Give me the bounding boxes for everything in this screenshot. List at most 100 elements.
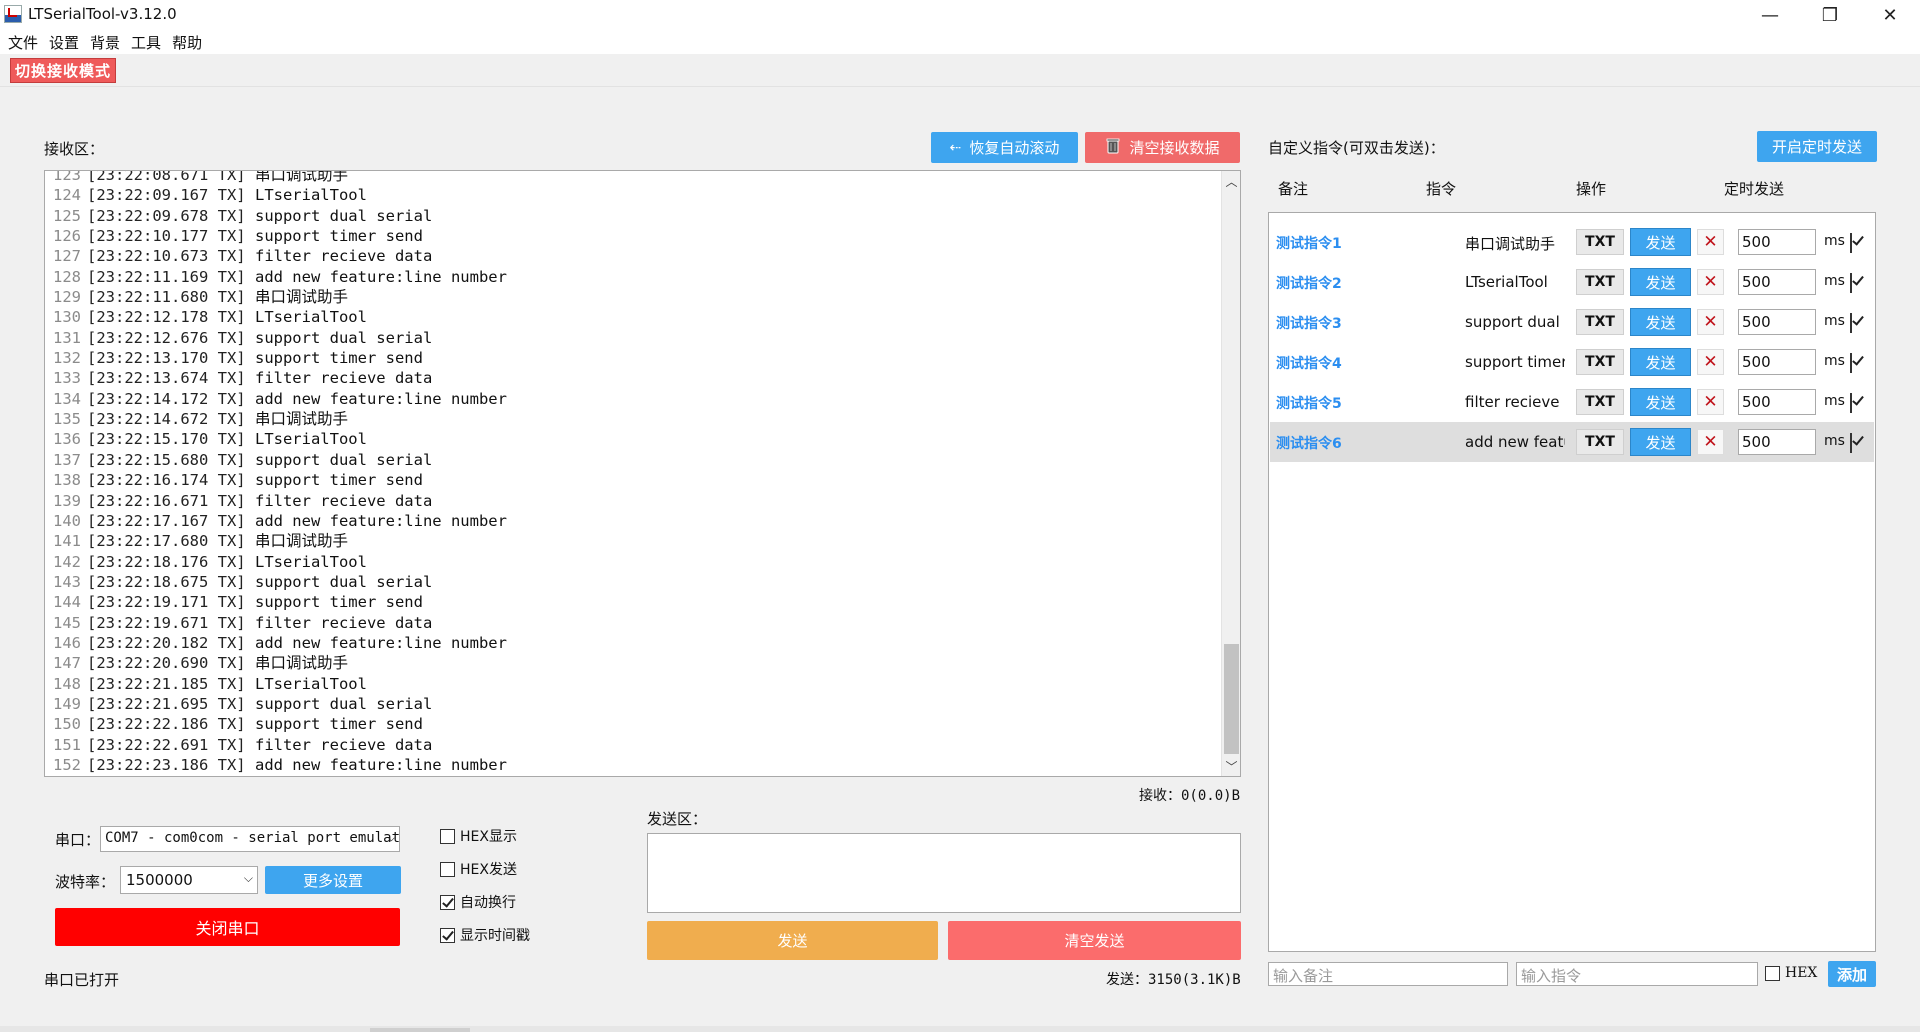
row-send-button[interactable]: 发送 [1630,308,1691,336]
note-input[interactable]: 输入备注 [1268,962,1508,986]
line-timestamp: [23:22:12.178 TX] [87,308,246,327]
restore-button[interactable]: ❐ [1800,0,1860,30]
row-send-button[interactable]: 发送 [1630,228,1691,256]
timer-enable-checkbox[interactable] [1850,313,1852,333]
interval-input[interactable]: 500 [1738,349,1816,375]
line-message: support dual serial [254,206,433,225]
row-send-button[interactable]: 发送 [1630,388,1691,416]
line-message: LTserialTool [254,186,367,205]
txt-mode-button[interactable]: TXT [1576,269,1624,295]
close-window-button[interactable]: ✕ [1860,0,1920,30]
delete-icon[interactable]: ✕ [1697,309,1724,335]
checkbox-box [1850,313,1852,333]
scroll-down-arrow-icon[interactable]: ﹀ [1222,756,1240,776]
line-message: LTserialTool [254,552,367,571]
line-message: support timer send [254,593,423,612]
receive-line: 123 [23:22:08.671 TX] 串口调试助手 [45,171,1220,185]
timer-enable-checkbox[interactable] [1850,393,1852,413]
port-select[interactable]: COM7 - com0com - serial port emulator ⌵ [100,826,400,852]
command-row[interactable]: 测试指令5 filter recieve data TXT 发送 ✕ 500 m… [1270,382,1874,422]
clear-send-button[interactable]: 清空发送 [948,921,1241,960]
hex-display-checkbox[interactable]: HEX显示 [440,826,517,846]
delete-icon[interactable]: ✕ [1697,429,1724,455]
command-input[interactable]: 输入指令 [1516,962,1758,986]
baud-rate-label: 波特率： [55,873,116,891]
timer-enable-checkbox[interactable] [1850,233,1852,253]
clear-receive-data-label: 清空接收数据 [1129,139,1220,157]
line-number: 131 [53,328,81,347]
column-header-operation: 操作 [1576,180,1607,198]
clear-receive-data-button[interactable]: 清空接收数据 [1085,132,1240,163]
line-message: 串口调试助手 [254,654,348,673]
line-timestamp: [23:22:14.672 TX] [87,410,246,429]
line-message: 串口调试助手 [254,532,348,551]
resume-auto-scroll-button[interactable]: ⇠ 恢复自动滚动 [931,132,1078,163]
command-row[interactable]: 测试指令4 support timer send TXT 发送 ✕ 500 ms [1270,342,1874,382]
hex-command-checkbox[interactable]: HEX [1765,965,1817,981]
line-message: support timer send [254,471,423,490]
row-send-button[interactable]: 发送 [1630,428,1691,456]
delete-icon[interactable]: ✕ [1697,389,1724,415]
switch-receive-mode-button[interactable]: 切换接收模式 [10,58,116,83]
line-message: support dual serial [254,450,433,469]
line-number: 152 [53,755,81,774]
minimize-button[interactable]: — [1740,0,1800,30]
line-timestamp: [23:22:13.674 TX] [87,369,246,388]
command-row[interactable]: 测试指令1 串口调试助手 TXT 发送 ✕ 500 ms [1270,222,1874,262]
receive-text-area[interactable]: 123 [23:22:08.671 TX] 串口调试助手 124 [23:22:09.… [44,170,1241,777]
send-text-area[interactable] [647,833,1241,913]
txt-mode-button[interactable]: TXT [1576,429,1624,455]
receive-scrollbar[interactable]: ︿ ﹀ [1221,171,1240,776]
line-number: 141 [53,532,81,551]
delete-icon[interactable]: ✕ [1697,349,1724,375]
resume-auto-scroll-label: 恢复自动滚动 [969,139,1060,157]
baud-rate-select[interactable]: 1500000 ⌵ [120,866,258,894]
title-bar [0,0,1920,30]
menu-file[interactable]: 文件 [8,32,38,53]
command-row[interactable]: 测试指令3 support dual serial TXT 发送 ✕ 500 m… [1270,302,1874,342]
line-timestamp: [23:22:19.171 TX] [87,593,246,612]
delete-icon[interactable]: ✕ [1697,229,1724,255]
txt-mode-button[interactable]: TXT [1576,229,1624,255]
line-message: 串口调试助手 [254,410,348,429]
scroll-thumb[interactable] [1224,644,1239,754]
txt-mode-button[interactable]: TXT [1576,349,1624,375]
interval-input[interactable]: 500 [1738,309,1816,335]
scroll-up-arrow-icon[interactable]: ︿ [1222,171,1240,191]
menu-settings[interactable]: 设置 [49,32,79,53]
txt-mode-button[interactable]: TXT [1576,309,1624,335]
delete-icon[interactable]: ✕ [1697,269,1724,295]
line-number: 149 [53,694,81,713]
interval-input[interactable]: 500 [1738,269,1816,295]
interval-input[interactable]: 500 [1738,389,1816,415]
timer-enable-checkbox[interactable] [1850,433,1852,453]
interval-input[interactable]: 500 [1738,229,1816,255]
line-number: 133 [53,369,81,388]
txt-mode-button[interactable]: TXT [1576,389,1624,415]
auto-wrap-checkbox[interactable]: 自动换行 [440,892,516,912]
close-port-button[interactable]: 关闭串口 [55,908,400,946]
timer-enable-checkbox[interactable] [1850,273,1852,293]
line-message: filter recieve data [254,491,433,510]
line-number: 129 [53,288,81,307]
row-send-button[interactable]: 发送 [1630,268,1691,296]
command-row-selected[interactable]: 测试指令6 add new feature:line number TXT 发送… [1270,422,1874,462]
baud-rate-value: 1500000 [126,871,193,889]
send-button[interactable]: 发送 [647,921,938,960]
add-command-button[interactable]: 添加 [1828,961,1876,987]
interval-input[interactable]: 500 [1738,429,1816,455]
menu-help[interactable]: 帮助 [172,32,202,53]
line-timestamp: [23:22:16.174 TX] [87,471,246,490]
timer-enable-checkbox[interactable] [1850,353,1852,373]
line-number: 140 [53,511,81,530]
hex-send-checkbox[interactable]: HEX发送 [440,859,517,879]
show-timestamp-checkbox[interactable]: 显示时间戳 [440,925,530,945]
receive-line: 142 [23:22:18.176 TX] LTserialTool [45,552,1220,572]
menu-background[interactable]: 背景 [90,32,120,53]
menu-tools[interactable]: 工具 [131,32,161,53]
line-timestamp: [23:22:16.671 TX] [87,491,246,510]
command-row[interactable]: 测试指令2 LTserialTool TXT 发送 ✕ 500 ms [1270,262,1874,302]
row-send-button[interactable]: 发送 [1630,348,1691,376]
more-settings-button[interactable]: 更多设置 [265,866,401,894]
start-timer-send-button[interactable]: 开启定时发送 [1757,131,1877,162]
